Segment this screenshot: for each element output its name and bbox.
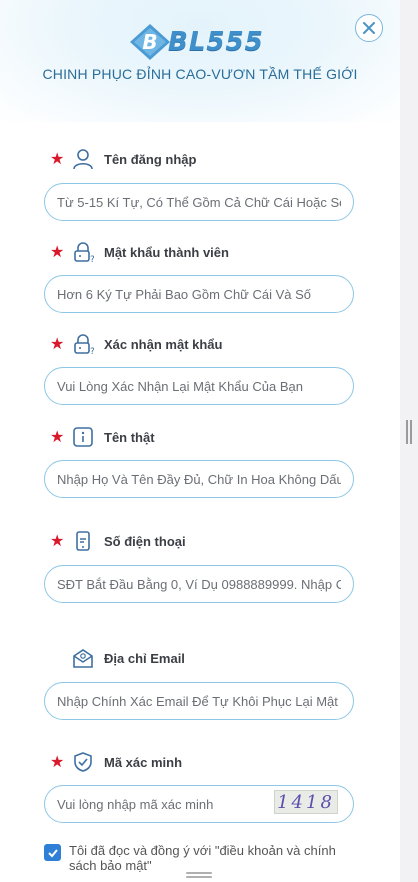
field-label-row: ★ ? Mật khẩu thành viên [50, 240, 229, 264]
close-button[interactable] [355, 14, 383, 42]
confirm-password-input[interactable] [44, 367, 354, 405]
email-input[interactable] [44, 682, 354, 720]
captcha-image[interactable]: 1418 [274, 790, 338, 814]
real-name-label: Tên thật [104, 429, 155, 445]
username-input[interactable] [44, 183, 354, 221]
agreement-row: Tôi đã đọc và đồng ý với "điều khoản và … [44, 843, 364, 873]
user-icon [72, 148, 94, 170]
required-star: ★ [50, 429, 65, 446]
field-label-row: ★ Tên đăng nhập [50, 147, 196, 171]
check-icon [47, 848, 58, 857]
verify-code-label: Mã xác minh [104, 754, 183, 770]
close-icon [363, 22, 375, 34]
username-label: Tên đăng nhập [104, 151, 197, 167]
required-star: ★ [50, 244, 65, 261]
captcha-code: 1418 [277, 791, 335, 813]
svg-text:B: B [142, 30, 157, 54]
phone-input[interactable] [44, 565, 354, 603]
agreement-checkbox[interactable] [44, 844, 61, 861]
logo-mark-icon: B [130, 24, 170, 60]
required-star: ★ [50, 336, 65, 353]
svg-text:?: ? [90, 255, 94, 263]
field-label-row: ★ Số điện thoại [50, 529, 186, 553]
lock-question-icon: ? [72, 241, 94, 263]
header: B BL555 CHINH PHỤC ĐỈNH CAO-VƯƠN TẦM THẾ… [0, 0, 400, 122]
shield-check-icon [72, 751, 94, 773]
email-icon [72, 647, 94, 669]
field-label-row: ★ Mã xác minh [50, 750, 182, 774]
brand-name: BL555 [168, 27, 264, 57]
agreement-text[interactable]: Tôi đã đọc và đồng ý với "điều khoản và … [69, 843, 359, 873]
resize-handle[interactable] [406, 420, 412, 444]
slogan: CHINH PHỤC ĐỈNH CAO-VƯƠN TẦM THẾ GIỚI [42, 66, 358, 82]
logo: B BL555 [128, 22, 264, 62]
confirm-password-label: Xác nhận mật khẩu [104, 336, 223, 352]
register-panel: B BL555 CHINH PHỤC ĐỈNH CAO-VƯƠN TẦM THẾ… [0, 0, 400, 882]
required-star: ★ [50, 533, 65, 550]
email-label: Địa chỉ Email [104, 650, 185, 666]
bottom-drag-handle[interactable] [186, 872, 212, 878]
info-icon [72, 426, 94, 448]
field-label-row: ★ ? Xác nhận mật khẩu [50, 332, 222, 356]
real-name-input[interactable] [44, 460, 354, 498]
password-label: Mật khẩu thành viên [104, 244, 229, 260]
svg-text:?: ? [90, 347, 94, 355]
phone-label: Số điện thoại [104, 533, 186, 549]
required-star: ★ [50, 151, 65, 168]
phone-icon [72, 530, 94, 552]
field-label-row: ★ Địa chỉ Email [50, 646, 185, 670]
required-star: ★ [50, 754, 65, 771]
lock-question-icon: ? [72, 333, 94, 355]
password-input[interactable] [44, 275, 354, 313]
field-label-row: ★ Tên thật [50, 425, 155, 449]
